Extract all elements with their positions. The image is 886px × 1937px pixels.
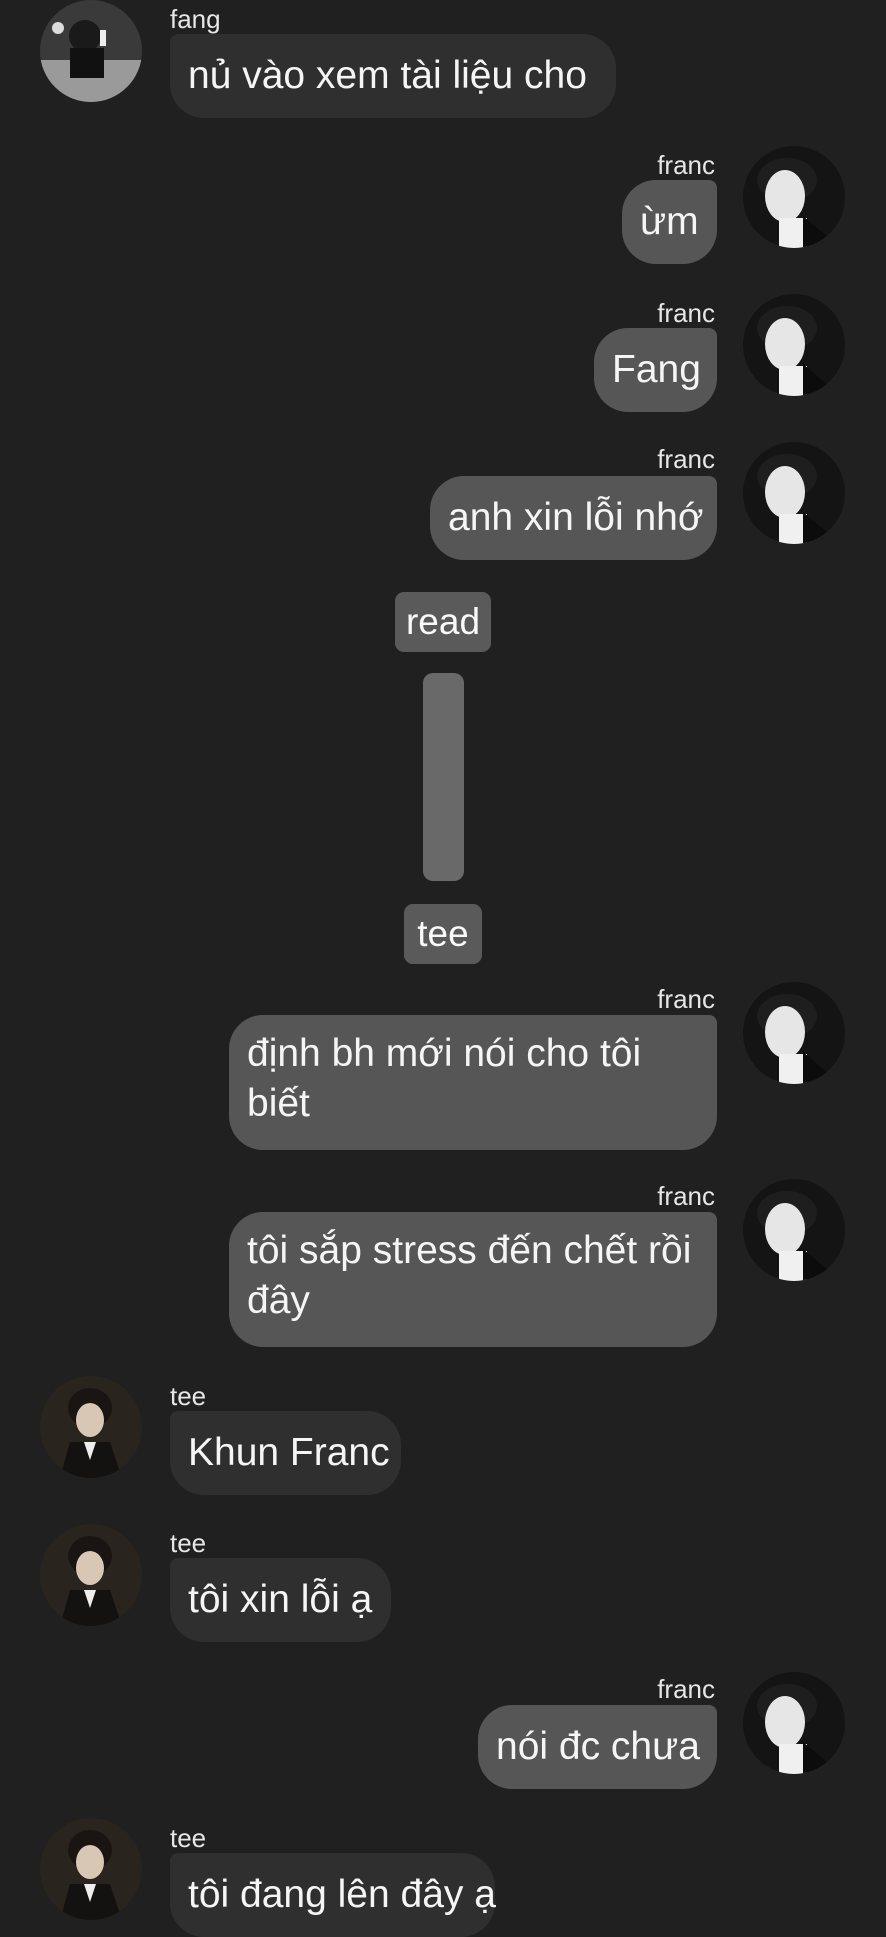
tee-avatar[interactable]	[40, 1376, 142, 1478]
sender-name: franc	[657, 444, 715, 474]
sender-name: franc	[657, 298, 715, 328]
message-bubble[interactable]: tôi xin lỗi ạ	[170, 1558, 391, 1642]
tee-avatar-icon	[40, 1818, 142, 1920]
franc-avatar-icon	[743, 1672, 845, 1774]
franc-avatar[interactable]	[743, 1179, 845, 1281]
fang-avatar-icon	[40, 0, 142, 102]
franc-avatar[interactable]	[743, 982, 845, 1084]
sender-name: tee	[170, 1528, 207, 1558]
sender-name: tee	[170, 1823, 207, 1853]
franc-avatar-icon	[743, 442, 845, 544]
sender-name: franc	[657, 1181, 715, 1211]
sender-name: tee	[170, 1381, 207, 1411]
tee-avatar[interactable]	[40, 1818, 142, 1920]
message-bubble[interactable]: tôi đang lên đây ạ	[170, 1853, 496, 1937]
franc-avatar[interactable]	[743, 1672, 845, 1774]
message-bubble[interactable]: tôi sắp stress đến chết rồi đây	[229, 1212, 717, 1347]
message-bubble[interactable]: ừm	[622, 180, 717, 264]
message-bubble[interactable]: định bh mới nói cho tôi biết	[229, 1015, 717, 1150]
message-bubble[interactable]: Khun Franc	[170, 1411, 401, 1495]
sender-name: franc	[657, 1674, 715, 1704]
message-bubble[interactable]: anh xin lỗi nhớ	[430, 476, 717, 560]
tee-avatar-icon	[40, 1376, 142, 1478]
franc-avatar-icon	[743, 1179, 845, 1281]
franc-avatar-icon	[743, 294, 845, 396]
read-label: read	[395, 592, 491, 652]
message-bubble[interactable]: nói đc chưa	[478, 1705, 717, 1789]
franc-avatar-icon	[743, 146, 845, 248]
franc-avatar[interactable]	[743, 146, 845, 248]
separator-bar	[423, 673, 464, 881]
sender-name: fang	[170, 4, 221, 34]
sender-name: franc	[657, 150, 715, 180]
fang-avatar[interactable]	[40, 0, 142, 102]
tee-avatar[interactable]	[40, 1524, 142, 1626]
message-bubble[interactable]: nủ vào xem tài liệu cho	[170, 34, 616, 118]
franc-avatar[interactable]	[743, 442, 845, 544]
separator-name-label: tee	[404, 904, 482, 964]
franc-avatar[interactable]	[743, 294, 845, 396]
franc-avatar-icon	[743, 982, 845, 1084]
message-bubble[interactable]: Fang	[594, 328, 717, 412]
sender-name: franc	[657, 984, 715, 1014]
tee-avatar-icon	[40, 1524, 142, 1626]
